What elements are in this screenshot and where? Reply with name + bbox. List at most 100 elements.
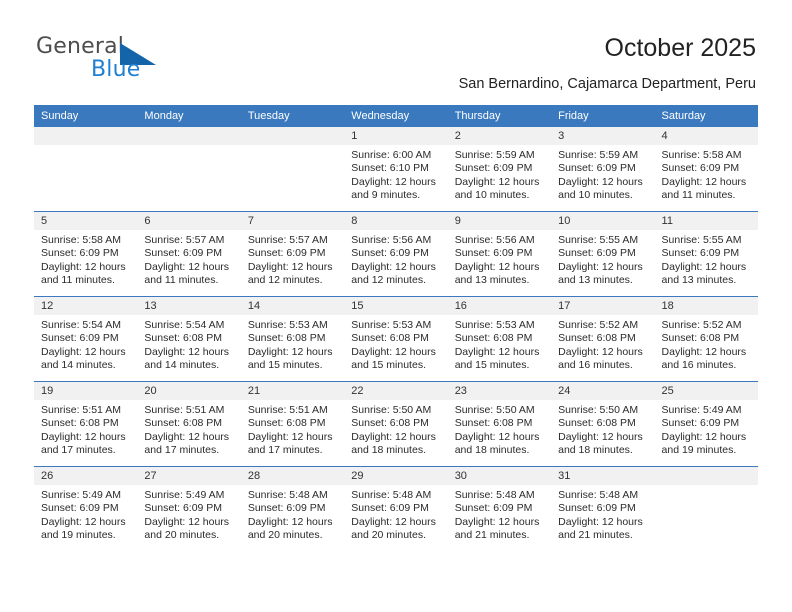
generalblue-logo[interactable]: General Blue (36, 34, 216, 86)
day-number: 30 (447, 467, 552, 485)
sunset-text: Sunset: 6:09 PM (144, 502, 223, 515)
day-number: 22 (344, 382, 448, 400)
day-details (34, 145, 137, 149)
sunrise-text: Sunrise: 5:56 AM (454, 234, 535, 246)
daylight-text-line1: Daylight: 12 hours (558, 515, 643, 528)
day-number: 25 (654, 382, 758, 400)
sunrise-text: Sunrise: 5:50 AM (558, 404, 639, 416)
day-cell[interactable]: 25 Sunrise: 5:49 AM Sunset: 6:09 PM Dayl… (654, 381, 758, 467)
day-cell[interactable]: 7 Sunrise: 5:57 AM Sunset: 6:09 PM Dayli… (240, 211, 345, 297)
day-number: 21 (240, 382, 345, 400)
day-number (240, 127, 345, 145)
day-details: Sunrise: 5:49 AM Sunset: 6:09 PM Dayligh… (655, 400, 758, 457)
day-number: 8 (344, 212, 448, 230)
day-cell[interactable]: 19 Sunrise: 5:51 AM Sunset: 6:08 PM Dayl… (34, 381, 138, 467)
day-details: Sunrise: 5:57 AM Sunset: 6:09 PM Dayligh… (241, 230, 344, 287)
daylight-text-line1: Daylight: 12 hours (144, 345, 230, 358)
sunrise-text: Sunrise: 5:52 AM (558, 319, 639, 331)
sunset-text: Sunset: 6:09 PM (558, 162, 636, 175)
daylight-text-line1: Daylight: 12 hours (247, 260, 333, 273)
sunset-text: Sunset: 6:09 PM (558, 502, 636, 515)
day-number: 29 (344, 467, 448, 485)
day-cell[interactable]: 20 Sunrise: 5:51 AM Sunset: 6:08 PM Dayl… (137, 381, 241, 467)
day-cell[interactable]: 28 Sunrise: 5:48 AM Sunset: 6:09 PM Dayl… (240, 466, 345, 551)
day-cell[interactable]: 2 Sunrise: 5:59 AM Sunset: 6:09 PM Dayli… (447, 127, 552, 212)
day-cell[interactable]: 11 Sunrise: 5:55 AM Sunset: 6:09 PM Dayl… (654, 211, 758, 297)
daylight-text-line1: Daylight: 12 hours (351, 175, 436, 188)
page-subtitle: San Bernardino, Cajamarca Department, Pe… (458, 76, 756, 92)
day-details: Sunrise: 5:48 AM Sunset: 6:09 PM Dayligh… (448, 485, 551, 542)
day-number: 20 (137, 382, 241, 400)
day-cell[interactable]: 8 Sunrise: 5:56 AM Sunset: 6:09 PM Dayli… (344, 211, 448, 297)
logo-text-blue: Blue (91, 57, 141, 82)
daylight-text-line2: and 11 minutes. (661, 188, 736, 201)
day-cell[interactable]: 15 Sunrise: 5:53 AM Sunset: 6:08 PM Dayl… (344, 296, 448, 382)
calendar-week-row: 12 Sunrise: 5:54 AM Sunset: 6:09 PM Dayl… (34, 296, 758, 382)
weekday-header-saturday: Saturday (654, 105, 758, 127)
day-cell[interactable]: 4 Sunrise: 5:58 AM Sunset: 6:09 PM Dayli… (654, 127, 758, 212)
daylight-text-line1: Daylight: 12 hours (247, 515, 333, 528)
day-cell[interactable]: 6 Sunrise: 5:57 AM Sunset: 6:09 PM Dayli… (137, 211, 241, 297)
sunset-text: Sunset: 6:09 PM (41, 247, 119, 260)
day-details: Sunrise: 5:54 AM Sunset: 6:09 PM Dayligh… (34, 315, 137, 372)
sunset-text: Sunset: 6:08 PM (144, 332, 223, 345)
day-cell[interactable]: 26 Sunrise: 5:49 AM Sunset: 6:09 PM Dayl… (34, 466, 138, 551)
day-number: 28 (240, 467, 345, 485)
day-cell[interactable]: 17 Sunrise: 5:52 AM Sunset: 6:08 PM Dayl… (551, 296, 655, 382)
day-cell[interactable]: 1 Sunrise: 6:00 AM Sunset: 6:10 PM Dayli… (344, 127, 448, 212)
day-details: Sunrise: 5:57 AM Sunset: 6:09 PM Dayligh… (137, 230, 240, 287)
day-cell[interactable]: 13 Sunrise: 5:54 AM Sunset: 6:08 PM Dayl… (137, 296, 241, 382)
day-details: Sunrise: 5:59 AM Sunset: 6:09 PM Dayligh… (551, 145, 654, 202)
daylight-text-line2: and 12 minutes. (351, 273, 426, 286)
sunrise-text: Sunrise: 5:48 AM (351, 489, 432, 501)
day-cell[interactable]: 24 Sunrise: 5:50 AM Sunset: 6:08 PM Dayl… (551, 381, 655, 467)
day-details: Sunrise: 5:56 AM Sunset: 6:09 PM Dayligh… (344, 230, 447, 287)
day-cell[interactable]: 29 Sunrise: 5:48 AM Sunset: 6:09 PM Dayl… (344, 466, 448, 551)
calendar-week-row: 1 Sunrise: 6:00 AM Sunset: 6:10 PM Dayli… (34, 127, 758, 212)
day-number: 23 (447, 382, 552, 400)
daylight-text-line1: Daylight: 12 hours (558, 260, 643, 273)
sunrise-text: Sunrise: 5:52 AM (661, 319, 742, 331)
day-number: 4 (654, 127, 758, 145)
day-cell[interactable]: 30 Sunrise: 5:48 AM Sunset: 6:09 PM Dayl… (447, 466, 552, 551)
sunset-text: Sunset: 6:09 PM (454, 502, 533, 515)
day-cell[interactable]: 14 Sunrise: 5:53 AM Sunset: 6:08 PM Dayl… (240, 296, 345, 382)
day-number: 17 (551, 297, 655, 315)
day-details: Sunrise: 5:53 AM Sunset: 6:08 PM Dayligh… (241, 315, 344, 372)
day-cell[interactable]: 5 Sunrise: 5:58 AM Sunset: 6:09 PM Dayli… (34, 211, 138, 297)
sunrise-text: Sunrise: 5:50 AM (454, 404, 535, 416)
day-details: Sunrise: 5:48 AM Sunset: 6:09 PM Dayligh… (551, 485, 654, 542)
day-cell[interactable]: 23 Sunrise: 5:50 AM Sunset: 6:08 PM Dayl… (447, 381, 552, 467)
day-details (137, 145, 240, 149)
day-cell[interactable]: 27 Sunrise: 5:49 AM Sunset: 6:09 PM Dayl… (137, 466, 241, 551)
day-cell[interactable]: 12 Sunrise: 5:54 AM Sunset: 6:09 PM Dayl… (34, 296, 138, 382)
calendar-week-row: 26 Sunrise: 5:49 AM Sunset: 6:09 PM Dayl… (34, 466, 758, 551)
day-details (241, 145, 344, 149)
day-cell[interactable]: 3 Sunrise: 5:59 AM Sunset: 6:09 PM Dayli… (551, 127, 655, 212)
day-details: Sunrise: 5:52 AM Sunset: 6:08 PM Dayligh… (551, 315, 654, 372)
day-number: 12 (34, 297, 138, 315)
sunrise-text: Sunrise: 5:55 AM (558, 234, 639, 246)
day-cell[interactable]: 9 Sunrise: 5:56 AM Sunset: 6:09 PM Dayli… (447, 211, 552, 297)
day-cell (240, 127, 345, 212)
daylight-text-line2: and 20 minutes. (144, 528, 220, 541)
day-cell[interactable]: 18 Sunrise: 5:52 AM Sunset: 6:08 PM Dayl… (654, 296, 758, 382)
day-cell[interactable]: 16 Sunrise: 5:53 AM Sunset: 6:08 PM Dayl… (447, 296, 552, 382)
daylight-text-line2: and 18 minutes. (558, 443, 633, 456)
sunset-text: Sunset: 6:08 PM (41, 417, 119, 430)
day-number: 5 (34, 212, 138, 230)
day-cell[interactable]: 10 Sunrise: 5:55 AM Sunset: 6:09 PM Dayl… (551, 211, 655, 297)
daylight-text-line1: Daylight: 12 hours (41, 260, 126, 273)
day-cell[interactable]: 31 Sunrise: 5:48 AM Sunset: 6:09 PM Dayl… (551, 466, 655, 551)
weekday-header-monday: Monday (137, 105, 241, 127)
sunset-text: Sunset: 6:08 PM (454, 417, 533, 430)
day-cell[interactable]: 22 Sunrise: 5:50 AM Sunset: 6:08 PM Dayl… (344, 381, 448, 467)
daylight-text-line2: and 14 minutes. (144, 358, 220, 371)
sunrise-text: Sunrise: 5:56 AM (351, 234, 432, 246)
sunrise-text: Sunrise: 5:58 AM (661, 149, 742, 161)
day-cell (34, 127, 138, 212)
day-details: Sunrise: 5:53 AM Sunset: 6:08 PM Dayligh… (448, 315, 551, 372)
day-cell[interactable]: 21 Sunrise: 5:51 AM Sunset: 6:08 PM Dayl… (240, 381, 345, 467)
day-details: Sunrise: 5:50 AM Sunset: 6:08 PM Dayligh… (448, 400, 551, 457)
sunrise-text: Sunrise: 5:48 AM (247, 489, 328, 501)
